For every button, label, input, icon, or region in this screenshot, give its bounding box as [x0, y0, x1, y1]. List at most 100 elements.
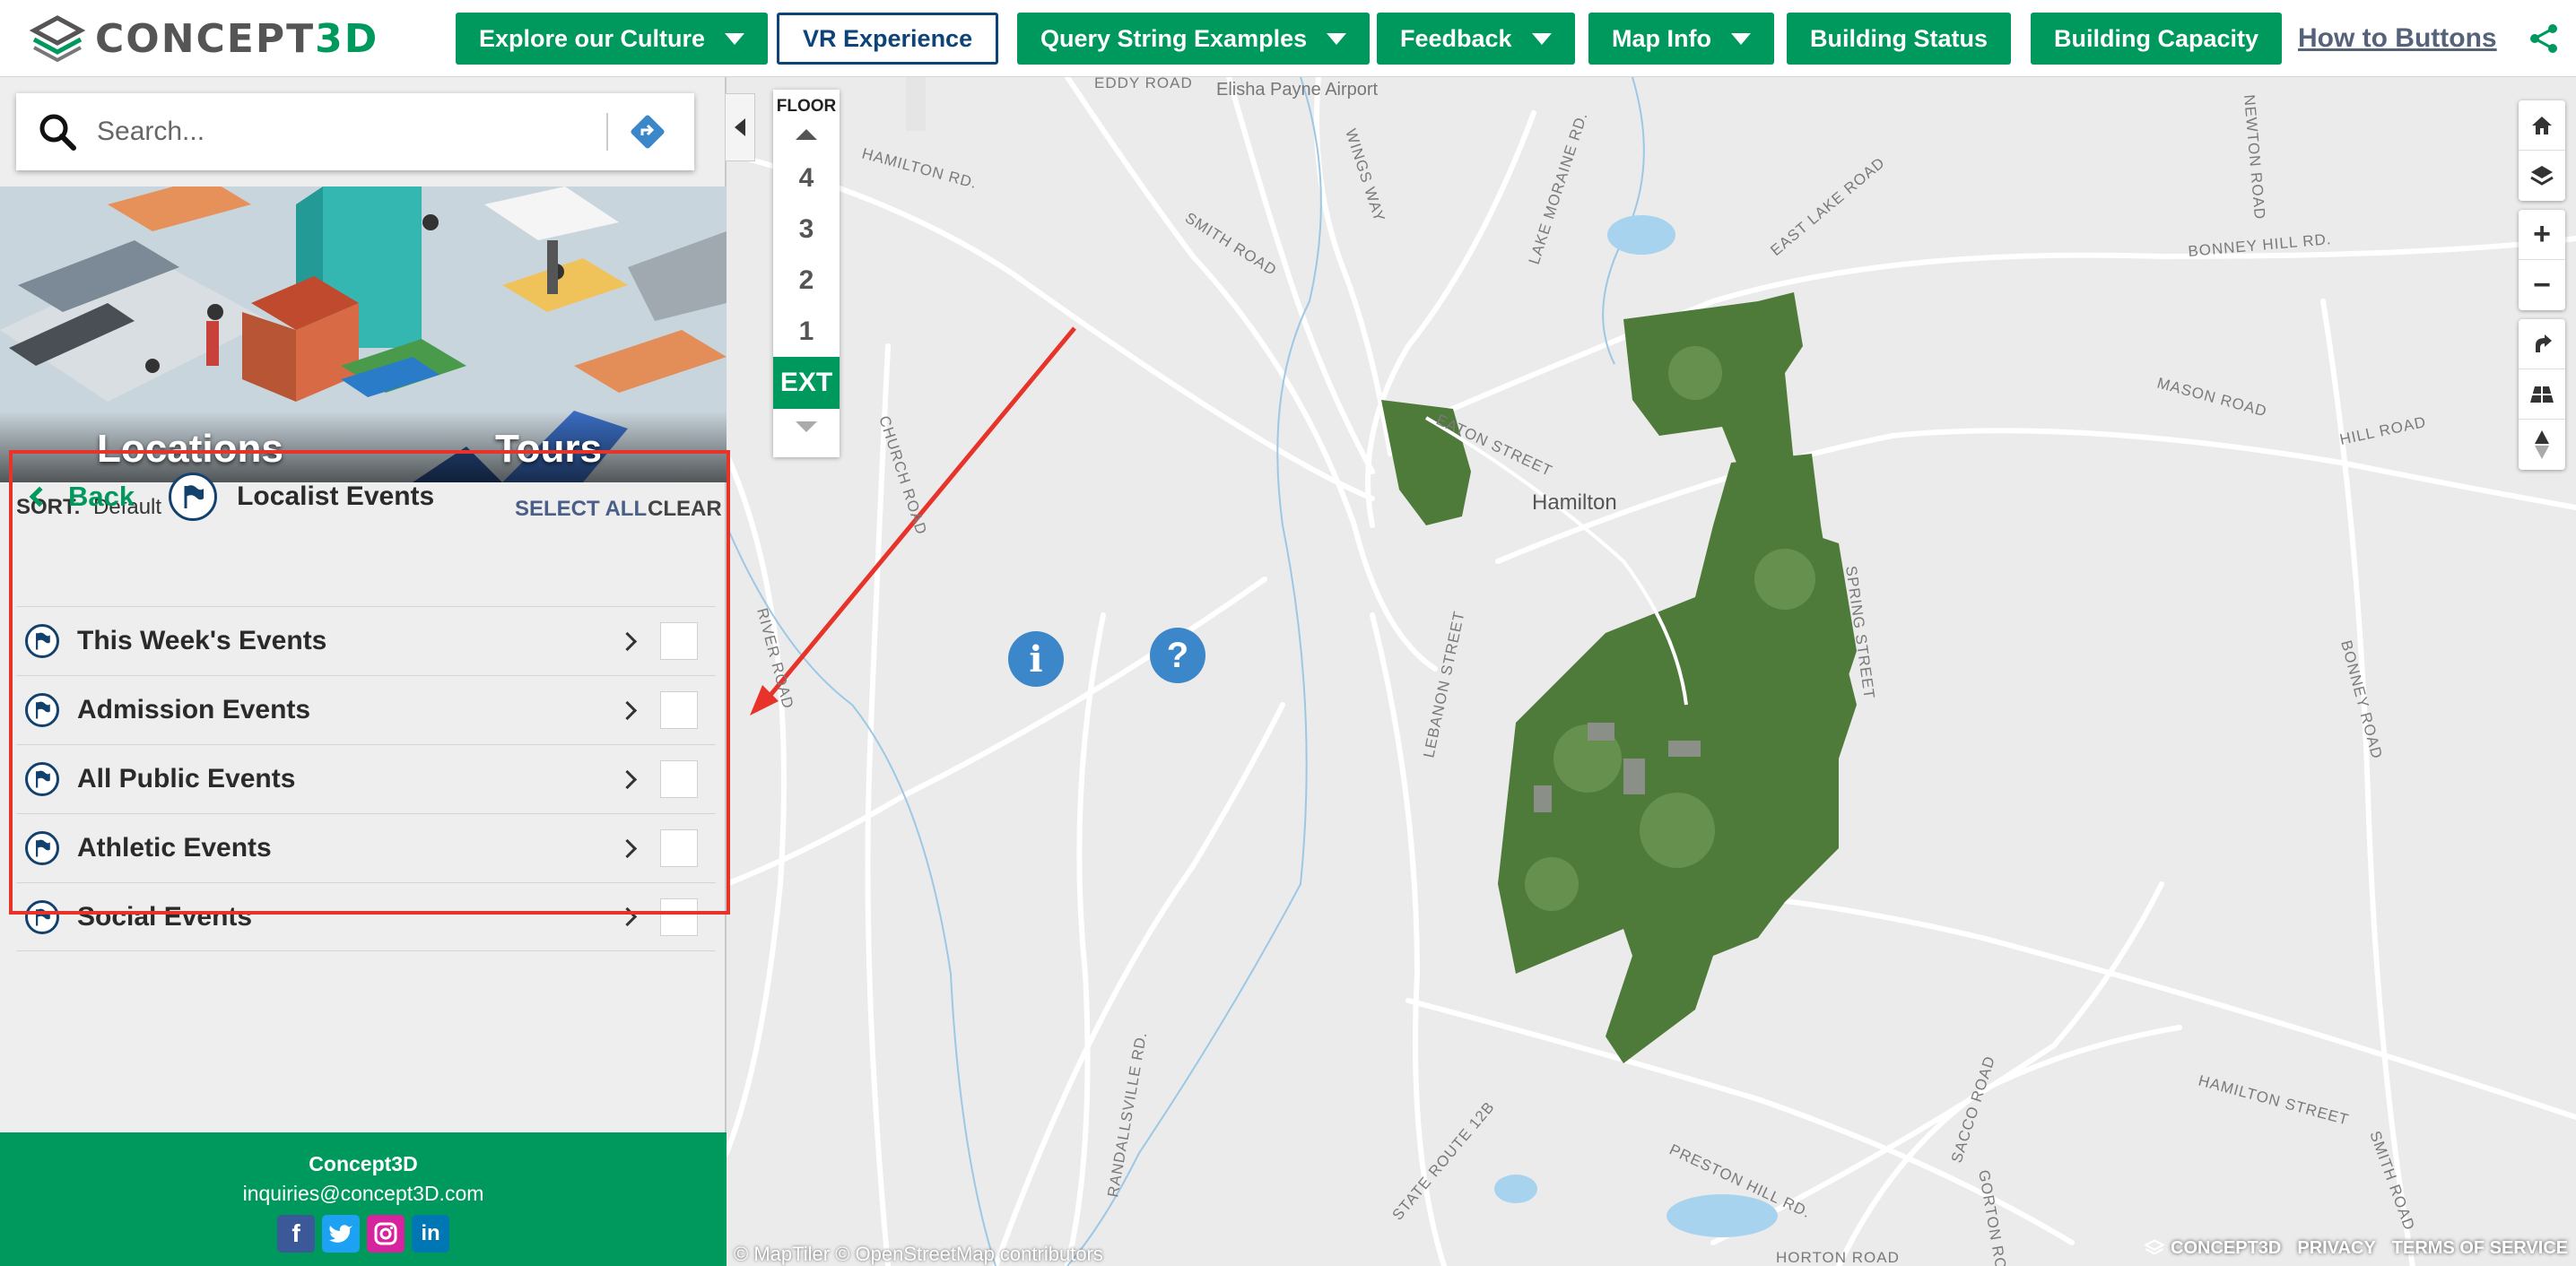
back-label: Back	[68, 481, 135, 512]
list-item[interactable]: Social Events	[16, 882, 716, 951]
flag-icon	[25, 762, 59, 796]
info-icon[interactable]: i	[1008, 631, 1064, 687]
locations-tours-banner: Locations Tours	[0, 186, 727, 482]
triangle-up-icon	[796, 129, 817, 140]
concept3d-logo-icon	[29, 15, 86, 63]
search-icon[interactable]	[38, 112, 77, 152]
collapse-panel-button[interactable]	[725, 93, 755, 161]
twitter-icon[interactable]	[322, 1215, 360, 1253]
tilt-button[interactable]	[2519, 369, 2565, 420]
zoom-out-button[interactable]: −	[2519, 260, 2565, 310]
building-status-button[interactable]: Building Status	[1787, 13, 2011, 65]
category-header: Back Localist Events	[25, 461, 716, 533]
footer-logo[interactable]: CONCEPT3D	[2144, 1238, 2281, 1259]
footer-email-link[interactable]: inquiries@concept3D.com	[0, 1182, 727, 1206]
floor-title: FLOOR	[776, 97, 837, 116]
back-button[interactable]: Back	[25, 481, 135, 513]
share-icon[interactable]	[2528, 22, 2560, 55]
rotate-button[interactable]	[2519, 319, 2565, 369]
list-item-label: All Public Events	[77, 764, 296, 793]
chevron-right-icon[interactable]	[617, 838, 638, 858]
terms-link[interactable]: TERMS OF SERVICE	[2392, 1238, 2568, 1259]
search-input[interactable]	[97, 117, 599, 147]
rotate-tilt-controls	[2519, 319, 2565, 470]
chevron-left-icon	[29, 486, 50, 507]
flag-icon	[25, 693, 59, 727]
floor-option[interactable]: 4	[773, 152, 840, 204]
chevron-right-icon[interactable]	[617, 700, 638, 720]
map-attribution[interactable]: © MapTiler © OpenStreetMap contributors	[734, 1243, 1103, 1266]
flag-icon	[25, 831, 59, 865]
list-item[interactable]: Athletic Events	[16, 813, 716, 882]
flag-icon	[25, 624, 59, 658]
flag-icon	[169, 473, 218, 521]
home-button[interactable]	[2519, 100, 2565, 151]
explore-culture-dropdown[interactable]: Explore our Culture	[456, 13, 769, 65]
facebook-icon[interactable]: f	[277, 1215, 315, 1253]
road-label: HORTON ROAD	[1776, 1249, 1900, 1266]
list-item[interactable]: This Week's Events	[16, 606, 716, 675]
zoom-controls: + −	[2519, 210, 2565, 310]
privacy-link[interactable]: PRIVACY	[2297, 1238, 2375, 1259]
caret-down-icon	[1531, 32, 1552, 45]
item-checkbox[interactable]	[660, 897, 698, 936]
floor-up-button[interactable]	[773, 117, 840, 152]
compass-button[interactable]	[2519, 420, 2565, 470]
floor-down-button[interactable]	[773, 409, 840, 445]
floor-selector: FLOOR 4 3 2 1 EXT	[773, 90, 840, 457]
logo-text: CONCEPT3D	[95, 15, 379, 62]
caret-down-icon	[725, 32, 745, 45]
minus-icon: −	[2533, 267, 2551, 302]
floor-option[interactable]: 1	[773, 306, 840, 357]
feedback-dropdown[interactable]: Feedback	[1377, 13, 1575, 65]
basemap: EDDY ROAD HAMILTON RD. SMITH ROAD WINGS …	[727, 77, 2576, 1266]
caret-down-icon	[1730, 32, 1751, 45]
top-navigation-bar: CONCEPT3D Explore our Culture VR Experie…	[0, 0, 2576, 77]
how-to-buttons-link[interactable]: How to Buttons	[2298, 23, 2497, 54]
logo[interactable]: CONCEPT3D	[29, 14, 379, 63]
map-canvas[interactable]: EDDY ROAD HAMILTON RD. SMITH ROAD WINGS …	[727, 77, 2576, 1266]
nav-label: Map Info	[1612, 24, 1711, 52]
item-checkbox[interactable]	[660, 691, 698, 729]
building-capacity-button[interactable]: Building Capacity	[2031, 13, 2283, 65]
nav-label: Explore our Culture	[479, 24, 706, 52]
list-item-label: Athletic Events	[77, 833, 272, 863]
search-box	[16, 93, 694, 170]
layers-button[interactable]	[2519, 151, 2565, 201]
caret-down-icon	[1327, 32, 1347, 45]
search-divider	[606, 113, 608, 151]
zoom-in-button[interactable]: +	[2519, 210, 2565, 260]
chevron-right-icon[interactable]	[617, 769, 638, 789]
query-string-dropdown[interactable]: Query String Examples	[1017, 13, 1371, 65]
item-checkbox[interactable]	[660, 760, 698, 798]
floor-option[interactable]: 3	[773, 204, 840, 255]
list-item[interactable]: All Public Events	[16, 744, 716, 813]
road-label: EDDY ROAD	[1094, 77, 1193, 91]
triangle-down-icon	[796, 421, 817, 432]
map-info-dropdown[interactable]: Map Info	[1588, 13, 1774, 65]
directions-icon[interactable]	[630, 114, 666, 150]
caret-left-icon	[735, 118, 745, 136]
vr-experience-button[interactable]: VR Experience	[777, 13, 999, 65]
nav-label: Feedback	[1400, 24, 1512, 52]
tilt-3d-icon	[2530, 386, 2554, 403]
list-item-label: Social Events	[77, 901, 253, 932]
social-links: f in	[0, 1215, 727, 1253]
linkedin-icon[interactable]: in	[412, 1215, 449, 1253]
panel-footer: Concept3D inquiries@concept3D.com f in	[0, 1132, 727, 1266]
item-checkbox[interactable]	[660, 829, 698, 867]
footer-company-name: Concept3D	[309, 1152, 418, 1175]
floor-option-selected[interactable]: EXT	[773, 357, 840, 409]
chevron-right-icon[interactable]	[617, 906, 638, 927]
help-icon[interactable]: ?	[1150, 628, 1205, 683]
floor-option[interactable]: 2	[773, 255, 840, 306]
instagram-icon[interactable]	[367, 1215, 405, 1253]
list-item-label: Admission Events	[77, 695, 311, 724]
map-view-controls	[2519, 100, 2565, 201]
airport-label: Elisha Payne Airport	[1216, 80, 1379, 100]
chevron-right-icon[interactable]	[617, 631, 638, 651]
event-list: This Week's Events Admission Events All …	[16, 606, 716, 951]
item-checkbox[interactable]	[660, 622, 698, 660]
list-item[interactable]: Admission Events	[16, 675, 716, 744]
map-footer: CONCEPT3D PRIVACY TERMS OF SERVICE	[2144, 1230, 2568, 1266]
